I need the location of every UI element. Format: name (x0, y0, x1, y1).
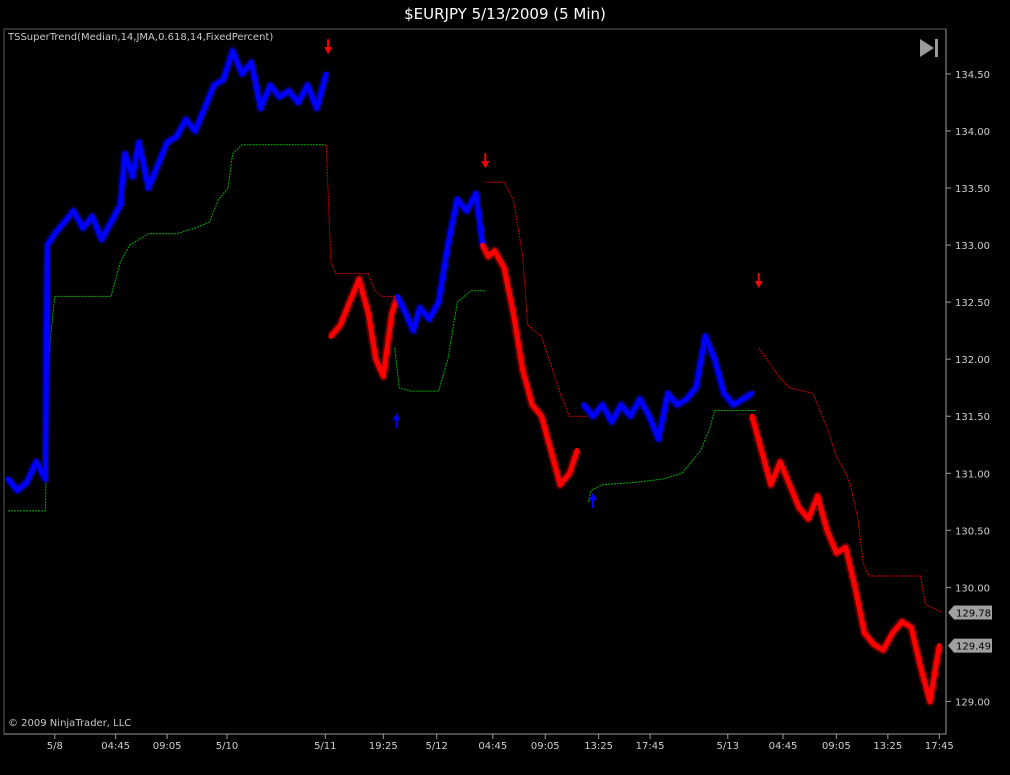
svg-text:129.78: 129.78 (956, 608, 991, 619)
y-tick-label: 130.50 (955, 526, 990, 537)
y-tick-label: 129.00 (955, 697, 990, 708)
x-tick-label: 04:45 (101, 741, 130, 752)
y-tick-label: 130.00 (955, 583, 990, 594)
chart-title: $EURJPY 5/13/2009 (5 Min) (404, 5, 606, 23)
y-tick-label: 131.00 (955, 469, 990, 480)
chart: 134.50 134.00 133.50 133.00 132.50 132.00 131.… (0, 0, 1010, 775)
price-badge: 129.78 (948, 605, 992, 620)
y-tick-label: 134.50 (955, 70, 990, 81)
price-badge: 129.49 (948, 638, 992, 653)
x-tick-label: 09:05 (153, 741, 182, 752)
y-tick-label: 133.50 (955, 184, 990, 195)
x-tick-label: 5/10 (216, 741, 238, 752)
x-tick-label: 5/12 (425, 741, 447, 752)
x-tick-label: 17:45 (636, 741, 665, 752)
chart-background (0, 0, 1010, 775)
x-tick-label: 17:45 (925, 741, 954, 752)
y-tick-label: 132.00 (955, 355, 990, 366)
y-tick-label: 131.50 (955, 412, 990, 423)
copyright-notice: © 2009 NinjaTrader, LLC (8, 718, 132, 729)
svg-text:129.49: 129.49 (956, 642, 991, 653)
x-tick-label: 09:05 (531, 741, 560, 752)
x-tick-label: 04:45 (478, 741, 507, 752)
x-tick-label: 5/13 (717, 741, 739, 752)
x-tick-label: 5/11 (314, 741, 336, 752)
x-tick-label: 19:25 (369, 741, 398, 752)
x-tick-label: 13:25 (873, 741, 902, 752)
y-tick-label: 133.00 (955, 241, 990, 252)
x-tick-label: 09:05 (822, 741, 851, 752)
x-tick-label: 5/8 (47, 741, 63, 752)
x-tick-label: 04:45 (769, 741, 798, 752)
y-tick-label: 132.50 (955, 298, 990, 309)
x-tick-label: 13:25 (584, 741, 613, 752)
indicator-label: TSSuperTrend(Median,14,JMA,0.618,14,Fixe… (8, 32, 274, 43)
y-tick-label: 134.00 (955, 127, 990, 138)
